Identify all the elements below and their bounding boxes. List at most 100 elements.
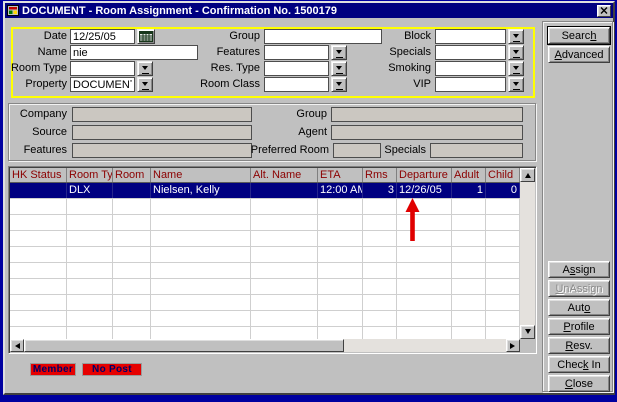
vertical-scrollbar[interactable]	[520, 168, 535, 339]
smoking-field[interactable]	[435, 61, 506, 76]
cell-child	[486, 279, 520, 294]
scroll-right-button[interactable]	[506, 339, 520, 352]
specials-label: Specials	[353, 45, 431, 60]
scroll-left-button[interactable]	[10, 339, 24, 352]
group-display-field	[331, 107, 523, 122]
property-lov-button[interactable]	[137, 77, 153, 92]
chevron-down-icon	[513, 50, 519, 57]
chevron-down-icon	[336, 50, 342, 57]
grid-row-reservation[interactable]: DLXNielsen, Kelly12:00 AM312/26/0510	[10, 183, 520, 199]
vip-lov-button[interactable]	[508, 77, 524, 92]
grid-row-empty[interactable]	[10, 327, 520, 339]
cell-name	[151, 215, 251, 230]
grid-row-empty[interactable]	[10, 247, 520, 263]
chevron-down-icon	[336, 82, 342, 89]
cell-rms	[363, 231, 397, 246]
results-grid: HK StatusRoom TypeRoomNameAlt. NameETARm…	[8, 166, 537, 354]
grid-row-empty[interactable]	[10, 279, 520, 295]
room-class-lov-button[interactable]	[331, 77, 347, 92]
room-class-field[interactable]	[264, 77, 329, 92]
scroll-right-icon	[510, 343, 518, 349]
profile-button[interactable]: Profile	[548, 318, 610, 335]
cell-room	[113, 183, 151, 198]
company-display-field	[72, 107, 252, 122]
cell-room-type	[67, 295, 113, 310]
features-lov-button[interactable]	[331, 45, 347, 60]
check-in-button[interactable]: Check In	[548, 356, 610, 373]
close-button[interactable]: Close	[548, 375, 610, 392]
titlebar: DOCUMENT - Room Assignment - Confirmatio…	[5, 3, 613, 18]
cell-eta	[318, 231, 363, 246]
vip-field[interactable]	[435, 77, 506, 92]
cell-room	[113, 311, 151, 326]
name-field[interactable]	[70, 45, 198, 60]
cell-room-type	[67, 215, 113, 230]
grid-header-row: HK StatusRoom TypeRoomNameAlt. NameETARm…	[10, 168, 520, 183]
property-field[interactable]	[70, 77, 135, 92]
auto-button[interactable]: Auto	[548, 299, 610, 316]
date-field[interactable]	[70, 29, 135, 44]
horizontal-scrollbar[interactable]	[10, 339, 520, 352]
column-header-alt-name: Alt. Name	[251, 168, 318, 182]
advanced-button[interactable]: Advanced	[548, 46, 610, 63]
res-type-lov-button[interactable]	[331, 61, 347, 76]
chevron-down-icon	[513, 66, 519, 73]
room-type-field[interactable]	[70, 61, 135, 76]
grid-row-empty[interactable]	[10, 199, 520, 215]
scroll-left-icon	[12, 343, 20, 349]
cell-room-type	[67, 327, 113, 339]
cell-name	[151, 263, 251, 278]
res-type-label: Res. Type	[187, 61, 260, 76]
assign-button[interactable]: Assign	[548, 261, 610, 278]
cell-alt-name	[251, 247, 318, 262]
cell-adult	[452, 215, 486, 230]
calendar-icon	[139, 31, 153, 42]
calendar-button[interactable]	[137, 29, 155, 44]
cell-name	[151, 327, 251, 339]
search-button[interactable]: Search	[548, 27, 610, 44]
scroll-down-button[interactable]	[520, 325, 535, 339]
no-post-indicator: No Post	[82, 363, 142, 376]
features-field[interactable]	[264, 45, 329, 60]
block-field[interactable]	[435, 29, 506, 44]
res-type-field[interactable]	[264, 61, 329, 76]
room-type-lov-button[interactable]	[137, 61, 153, 76]
column-header-room: Room	[113, 168, 151, 182]
resv-button[interactable]: Resv.	[548, 337, 610, 354]
features-display-field	[72, 143, 252, 158]
company-label: Company	[9, 107, 67, 122]
chevron-down-icon	[142, 82, 148, 89]
cell-room	[113, 327, 151, 339]
grid-row-empty[interactable]	[10, 311, 520, 327]
cell-departure	[397, 199, 452, 214]
close-button[interactable]	[597, 5, 611, 17]
property-label: Property	[9, 77, 67, 92]
cell-room-type	[67, 311, 113, 326]
grid-row-empty[interactable]	[10, 295, 520, 311]
cell-room	[113, 199, 151, 214]
chevron-down-icon	[336, 66, 342, 73]
cell-room	[113, 247, 151, 262]
grid-row-empty[interactable]	[10, 215, 520, 231]
cell-room	[113, 215, 151, 230]
cell-adult	[452, 311, 486, 326]
grid-row-empty[interactable]	[10, 231, 520, 247]
specials-field[interactable]	[435, 45, 506, 60]
smoking-lov-button[interactable]	[508, 61, 524, 76]
column-header-adult: Adult	[452, 168, 486, 182]
features-label: Features	[9, 143, 67, 158]
block-lov-button[interactable]	[508, 29, 524, 44]
cell-departure: 12/26/05	[397, 183, 452, 198]
specials-lov-button[interactable]	[508, 45, 524, 60]
date-label: Date	[9, 29, 67, 44]
grid-row-empty[interactable]	[10, 263, 520, 279]
cell-hk-status	[10, 263, 67, 278]
cell-rms	[363, 247, 397, 262]
features-label: Features	[187, 45, 260, 60]
cell-name	[151, 199, 251, 214]
cell-adult	[452, 295, 486, 310]
horizontal-scroll-thumb[interactable]	[24, 339, 344, 352]
cell-name	[151, 279, 251, 294]
cell-child	[486, 263, 520, 278]
scroll-up-button[interactable]	[520, 168, 535, 182]
